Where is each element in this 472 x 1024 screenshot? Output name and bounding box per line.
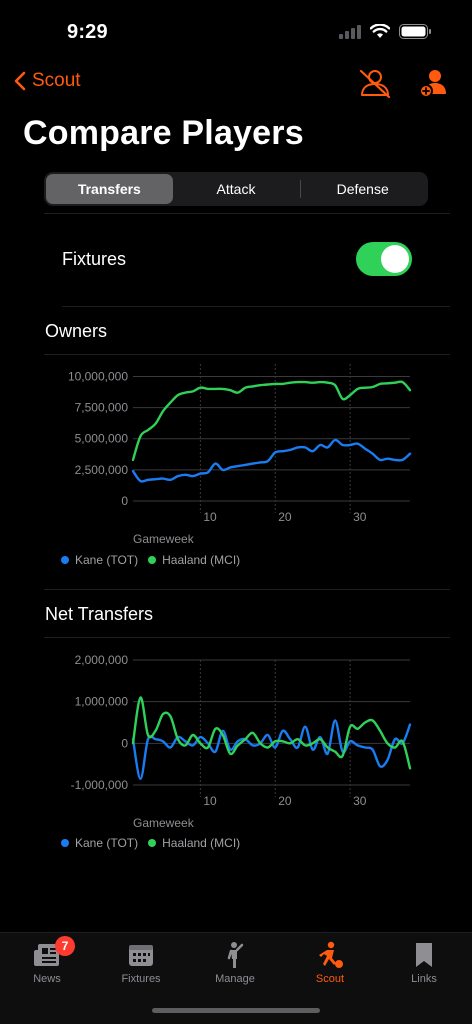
net-transfers-section-title: Net Transfers	[45, 604, 154, 624]
x-axis-label: Gameweek	[133, 532, 195, 546]
owners-chart: 10 20 30 0 2,500,000 5,000,000 7,500,000 10,000…	[68, 364, 412, 546]
legend-label-kane: Kane (TOT)	[75, 553, 139, 567]
y-tick-label: 2,000,000	[75, 653, 129, 667]
add-player-icon[interactable]	[418, 68, 448, 98]
fixtures-label: Fixtures	[62, 249, 127, 269]
cellular-signal-icon	[339, 24, 361, 39]
segment-defense[interactable]: Defense	[299, 174, 426, 204]
owners-section-title: Owners	[45, 321, 108, 341]
net-transfers-legend: Kane (TOT) Haaland (MCI)	[61, 836, 240, 850]
toggle-knob	[381, 245, 409, 273]
home-indicator	[152, 1008, 320, 1013]
fixtures-toggle[interactable]	[356, 242, 412, 276]
navigation-bar: Scout	[0, 64, 472, 104]
y-tick-label: 10,000,000	[68, 369, 128, 383]
x-tick-label: 20	[278, 794, 292, 808]
tab-label-links: Links	[411, 973, 437, 985]
status-time: 9:29	[67, 21, 108, 43]
fixtures-icon	[129, 945, 153, 966]
tab-manage[interactable]: Manage	[188, 933, 282, 993]
owners-legend: Kane (TOT) Haaland (MCI)	[61, 553, 240, 567]
series-line-haaland	[131, 696, 412, 770]
nav-actions	[358, 68, 448, 98]
divider	[44, 589, 450, 590]
divider	[44, 354, 450, 355]
y-tick-label: -1,000,000	[71, 778, 129, 792]
segment-transfers[interactable]: Transfers	[46, 174, 173, 204]
tab-label-scout: Scout	[315, 973, 345, 985]
status-bar: 9:29	[0, 0, 472, 64]
legend-dot-haaland	[148, 556, 157, 564]
bookmark-icon	[416, 943, 432, 967]
fixtures-row: Fixtures	[44, 214, 450, 306]
news-badge: 7	[55, 936, 75, 956]
battery-icon	[399, 24, 431, 39]
tab-fixtures[interactable]: Fixtures	[94, 933, 188, 993]
x-tick-label: 20	[278, 510, 292, 524]
legend-dot-kane	[61, 556, 69, 564]
chevron-left-icon	[14, 71, 26, 91]
legend-dot-kane	[61, 839, 69, 847]
tab-label-fixtures: Fixtures	[121, 973, 161, 985]
status-icons	[339, 24, 432, 39]
series-line-haaland	[131, 380, 412, 462]
divider	[62, 306, 450, 307]
hide-player-icon[interactable]	[358, 68, 392, 98]
x-axis-label: Gameweek	[133, 816, 195, 830]
links-icon-wrap	[409, 941, 439, 969]
y-tick-label: 2,500,000	[75, 463, 129, 477]
wifi-icon	[370, 24, 390, 38]
back-button-label: Scout	[32, 70, 81, 91]
manage-icon	[227, 942, 244, 968]
y-tick-label: 5,000,000	[75, 432, 129, 446]
tab-scout[interactable]: Scout	[283, 933, 377, 993]
y-tick-label: 7,500,000	[75, 401, 129, 415]
legend-dot-haaland	[148, 839, 157, 847]
divider	[44, 637, 450, 638]
y-tick-label: 1,000,000	[75, 695, 129, 709]
net-transfers-chart: 10 20 30 -1,000,000 0 1,000,000 2,000,000 Gamew…	[71, 653, 412, 830]
legend-label-kane: Kane (TOT)	[75, 836, 139, 850]
y-tick-label: 0	[121, 494, 128, 508]
manage-icon-wrap	[220, 941, 250, 969]
legend-item-kane: Kane (TOT)	[61, 836, 138, 850]
fixtures-icon-wrap	[126, 941, 156, 969]
x-tick-label: 10	[203, 510, 217, 524]
legend-item-haaland: Haaland (MCI)	[148, 836, 240, 850]
x-tick-label: 10	[203, 794, 217, 808]
scout-icon-wrap	[315, 941, 345, 969]
page-title: Compare Players	[23, 114, 304, 152]
legend-item-kane: Kane (TOT)	[61, 553, 138, 567]
legend-label-haaland: Haaland (MCI)	[162, 553, 241, 567]
y-tick-label: 0	[121, 736, 128, 750]
x-tick-label: 30	[353, 510, 367, 524]
tab-label-news: News	[33, 973, 61, 985]
legend-item-haaland: Haaland (MCI)	[148, 553, 240, 567]
tab-links[interactable]: Links	[377, 933, 471, 993]
x-tick-label: 30	[353, 794, 367, 808]
segment-divider	[300, 180, 301, 198]
segmented-control: Transfers Attack Defense	[44, 172, 428, 206]
segment-attack[interactable]: Attack	[173, 174, 300, 204]
legend-label-haaland: Haaland (MCI)	[162, 836, 241, 850]
tab-label-manage: Manage	[215, 973, 255, 985]
tab-news[interactable]: 7 News	[0, 933, 94, 993]
back-button[interactable]: Scout	[14, 70, 81, 92]
scout-icon	[319, 941, 343, 968]
series-line-kane	[131, 438, 412, 483]
news-icon-wrap: 7	[32, 936, 75, 969]
